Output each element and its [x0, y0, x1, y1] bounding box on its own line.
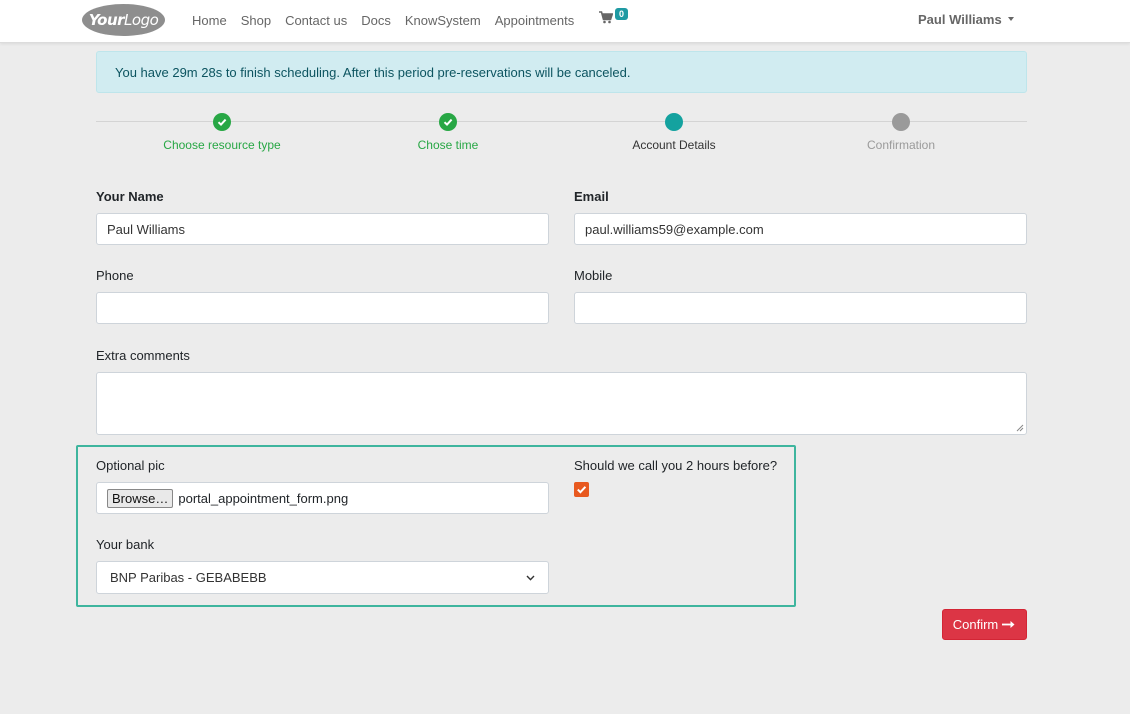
shopping-cart-icon [599, 11, 613, 24]
bank-selected-value: BNP Paribas - GEBABEBB [110, 570, 267, 585]
nav-links: Home Shop Contact us Docs KnowSystem App… [192, 0, 588, 40]
arrow-right-icon [1002, 621, 1015, 628]
step-confirmation: Confirmation [801, 113, 1001, 152]
step-chose-time: Chose time [348, 113, 548, 152]
alert-message: You have 29m 28s to finish scheduling. A… [115, 64, 631, 80]
comments-label: Extra comments [96, 348, 190, 363]
name-input[interactable]: Paul Williams [96, 213, 549, 245]
scheduling-timer-alert: You have 29m 28s to finish scheduling. A… [96, 51, 1027, 93]
confirm-label: Confirm [952, 617, 999, 632]
file-name: portal_appointment_form.png [178, 490, 349, 506]
cart-count-badge: 0 [615, 8, 629, 20]
logo-text: Logo [124, 11, 159, 29]
nav-link-contact[interactable]: Contact us [285, 13, 347, 28]
logo-text-bold: Your [88, 11, 125, 29]
step-label: Confirmation [866, 138, 936, 152]
pic-label: Optional pic [96, 458, 165, 473]
phone-label: Phone [96, 268, 134, 283]
email-input[interactable]: paul.williams59@example.com [574, 213, 1027, 245]
pending-step-dot-icon [892, 113, 910, 131]
mobile-input[interactable] [574, 292, 1027, 324]
chevron-down-icon [526, 575, 535, 581]
call-before-checkbox[interactable] [574, 482, 589, 497]
user-menu-dropdown[interactable]: Paul Williams [918, 12, 1014, 27]
user-name: Paul Williams [918, 12, 1002, 27]
bank-label: Your bank [96, 537, 155, 552]
name-label: Your Name [96, 189, 164, 204]
nav-link-knowsystem[interactable]: KnowSystem [405, 13, 481, 28]
file-upload-input[interactable]: Browse… portal_appointment_form.png [96, 482, 549, 514]
nav-link-docs[interactable]: Docs [361, 13, 391, 28]
current-step-dot-icon [665, 113, 683, 131]
step-account-details: Account Details [574, 113, 774, 152]
step-label: Account Details [632, 138, 716, 152]
bank-select[interactable]: BNP Paribas - GEBABEBB [96, 561, 549, 594]
email-label: Email [574, 189, 609, 204]
nav-link-home[interactable]: Home [192, 13, 227, 28]
caret-down-icon [1007, 16, 1014, 21]
step-choose-resource-type: Choose resource type [122, 113, 322, 152]
step-label: Choose resource type [163, 138, 281, 152]
resize-grip-icon[interactable] [1016, 424, 1024, 432]
mobile-label: Mobile [574, 268, 613, 283]
step-label: Chose time [417, 138, 479, 152]
browse-button[interactable]: Browse… [107, 488, 174, 508]
nav-link-shop[interactable]: Shop [241, 13, 271, 28]
confirm-button[interactable]: Confirm [942, 609, 1027, 640]
comments-textarea[interactable] [96, 372, 1027, 435]
nav-link-appointments[interactable]: Appointments [495, 13, 575, 28]
logo[interactable]: Your Logo [82, 4, 165, 36]
checkmark-icon [577, 486, 587, 494]
top-navbar: Your Logo Home Shop Contact us Docs KnowS… [0, 0, 1130, 43]
check-circle-icon [439, 113, 457, 131]
cart-link[interactable]: 0 [599, 8, 629, 24]
call-before-label: Should we call you 2 hours before? [574, 458, 778, 473]
check-circle-icon [213, 113, 231, 131]
phone-input[interactable] [96, 292, 549, 324]
